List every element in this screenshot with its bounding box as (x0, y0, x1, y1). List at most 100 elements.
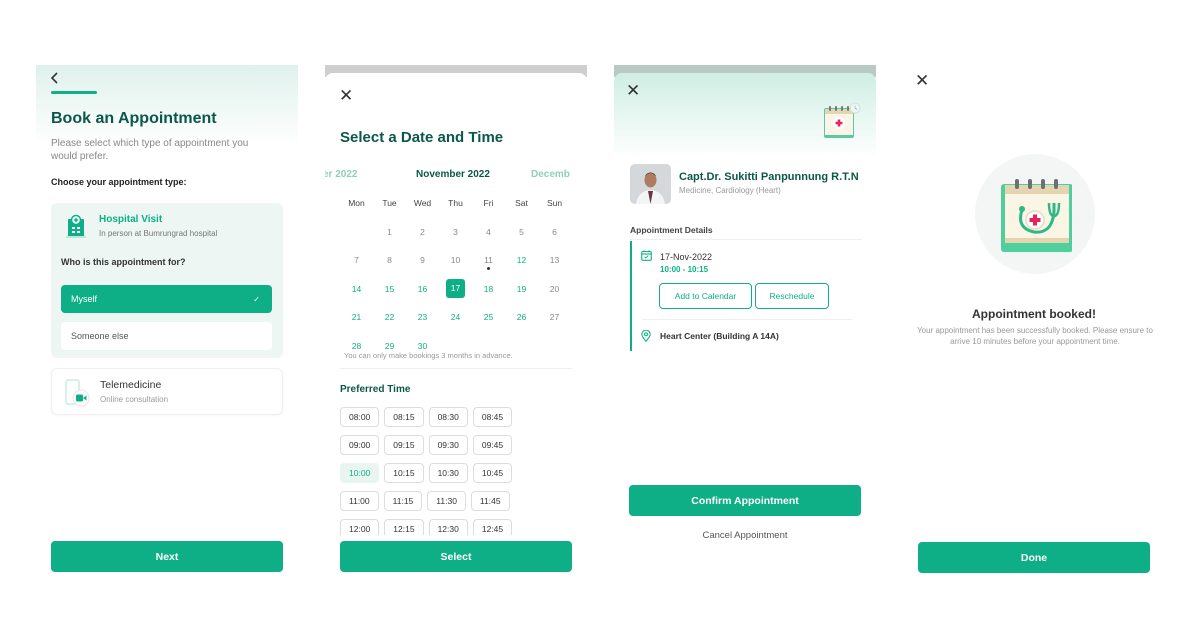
calendar-day[interactable]: 26 (505, 312, 538, 322)
appointment-details-label: Appointment Details (630, 225, 713, 235)
calendar-icon (641, 250, 652, 261)
day-number: 21 (351, 312, 362, 323)
calendar-day[interactable]: 29 (373, 341, 406, 351)
calendar-day[interactable]: 21 (340, 312, 373, 322)
calendar-day-selected[interactable]: 17 (439, 279, 472, 299)
calendar-day[interactable]: 15 (373, 284, 406, 294)
time-slot[interactable]: 09:45 (472, 435, 513, 455)
weekday-label: Tue (382, 198, 397, 209)
check-icon: ✓ (253, 294, 260, 304)
day-number: 5 (519, 226, 524, 237)
calendar-day: 10 (439, 255, 472, 265)
time-slot[interactable]: 12:45 (472, 519, 513, 535)
preferred-time-label: Preferred Time (340, 384, 411, 395)
calendar-day[interactable]: 28 (340, 341, 373, 351)
done-button[interactable]: Done (918, 542, 1150, 573)
previous-month-button[interactable]: er 2022 (325, 169, 357, 180)
day-number: 12 (516, 255, 527, 266)
bottom-sheet: ✕ Select a Date and Time er 2022 Novembe… (325, 73, 587, 590)
hospital-visit-card[interactable]: Hospital Visit In person at Bumrungrad h… (51, 203, 283, 358)
day-number: 27 (549, 312, 560, 323)
time-slot[interactable]: 08:00 (340, 407, 380, 427)
success-title: Appointment booked! (972, 307, 1096, 321)
time-slot[interactable]: 09:00 (340, 435, 380, 455)
time-slot-list[interactable]: 08:00 08:15 08:30 08:45 09:00 09:15 09:30 09:45… (340, 407, 580, 535)
calendar-stethoscope-icon (1001, 179, 1072, 252)
time-slot[interactable]: 08:45 (472, 407, 513, 427)
appointment-time: 10:00 - 10:15 (660, 265, 709, 274)
calendar-day[interactable]: 18 (472, 284, 505, 294)
time-slot-row: 11:00 11:15 11:30 11:45 (340, 491, 580, 511)
telemedicine-subtitle: Online consultation (100, 395, 169, 404)
time-slot[interactable]: 11:00 (340, 491, 379, 511)
calendar-day: 11 (472, 255, 505, 271)
close-icon: ✕ (915, 71, 930, 90)
calendar-day: 5 (505, 227, 538, 237)
time-slot[interactable]: 11:30 (427, 491, 466, 511)
select-button[interactable]: Select (340, 541, 572, 572)
time-slot[interactable]: 10:15 (384, 463, 424, 483)
time-slot[interactable]: 12:00 (340, 519, 380, 535)
who-for-label: Who is this appointment for? (61, 257, 186, 267)
telemedicine-card[interactable]: Telemedicine Online consultation (51, 368, 283, 415)
day-number: 25 (483, 312, 494, 323)
calendar-day[interactable]: 19 (505, 284, 538, 294)
time-slot-row: 10:00 10:15 10:30 10:45 (340, 463, 580, 483)
day-number: 30 (417, 340, 428, 351)
day-number: 6 (552, 226, 557, 237)
weekday-label: Sat (515, 198, 528, 209)
day-number: 10 (450, 255, 461, 266)
day-number: 15 (384, 283, 395, 294)
back-button[interactable] (50, 71, 60, 89)
telemedicine-title: Telemedicine (100, 379, 162, 391)
confirm-appointment-button[interactable]: Confirm Appointment (629, 485, 861, 516)
time-slot[interactable]: 12:15 (384, 519, 424, 535)
calendar-day[interactable]: 25 (472, 312, 505, 322)
next-button[interactable]: Next (51, 541, 283, 572)
close-icon: ✕ (339, 86, 354, 105)
day-number: 7 (354, 255, 359, 266)
calendar-day[interactable]: 14 (340, 284, 373, 294)
add-to-calendar-button[interactable]: Add to Calendar (659, 283, 752, 309)
calendar-day: 20 (538, 284, 571, 294)
time-slot[interactable]: 08:30 (428, 407, 468, 427)
time-slot[interactable]: 11:45 (470, 491, 510, 511)
divider (340, 368, 572, 369)
calendar-medical-icon (824, 102, 861, 138)
calendar-day[interactable]: 16 (406, 284, 439, 294)
next-month-button[interactable]: Decemb (531, 169, 570, 180)
day-number: 29 (384, 340, 395, 351)
calendar-week: 1 2 3 4 5 6 (340, 218, 573, 247)
location-pin-icon (641, 330, 651, 342)
day-number: 20 (549, 283, 560, 294)
screen-select-date-time: ✕ Select a Date and Time er 2022 Novembe… (325, 65, 587, 590)
option-myself[interactable]: Myself ✓ (61, 285, 272, 313)
reschedule-button[interactable]: Reschedule (755, 283, 829, 309)
calendar-day[interactable]: 22 (373, 312, 406, 322)
calendar-day[interactable]: 12 (505, 255, 538, 265)
time-slot[interactable]: 11:15 (383, 491, 423, 511)
calendar-day: 9 (406, 255, 439, 265)
day-number: 24 (450, 312, 461, 323)
cancel-appointment-link[interactable]: Cancel Appointment (614, 530, 876, 541)
option-someone-else[interactable]: Someone else (61, 322, 272, 350)
close-button[interactable]: ✕ (339, 87, 353, 104)
time-slot[interactable]: 10:45 (472, 463, 513, 483)
day-number: 3 (453, 226, 458, 237)
calendar-day[interactable]: 30 (406, 341, 439, 351)
time-slot[interactable]: 10:30 (428, 463, 468, 483)
time-slot[interactable]: 09:15 (384, 435, 424, 455)
time-slot[interactable]: 09:30 (428, 435, 468, 455)
success-message: Your appointment has been successfully b… (917, 326, 1153, 346)
doctor-specialty: Medicine, Cardiology (Heart) (679, 186, 781, 195)
time-slot-selected[interactable]: 10:00 (340, 463, 380, 483)
time-slot[interactable]: 08:15 (384, 407, 424, 427)
close-button[interactable]: ✕ (915, 72, 929, 89)
close-button[interactable]: ✕ (626, 82, 640, 99)
calendar-day[interactable]: 23 (406, 312, 439, 322)
calendar-day[interactable]: 24 (439, 312, 472, 322)
header-background (36, 65, 298, 145)
hospital-building-icon (66, 214, 86, 238)
time-slot[interactable]: 12:30 (428, 519, 468, 535)
progress-indicator (51, 91, 97, 94)
